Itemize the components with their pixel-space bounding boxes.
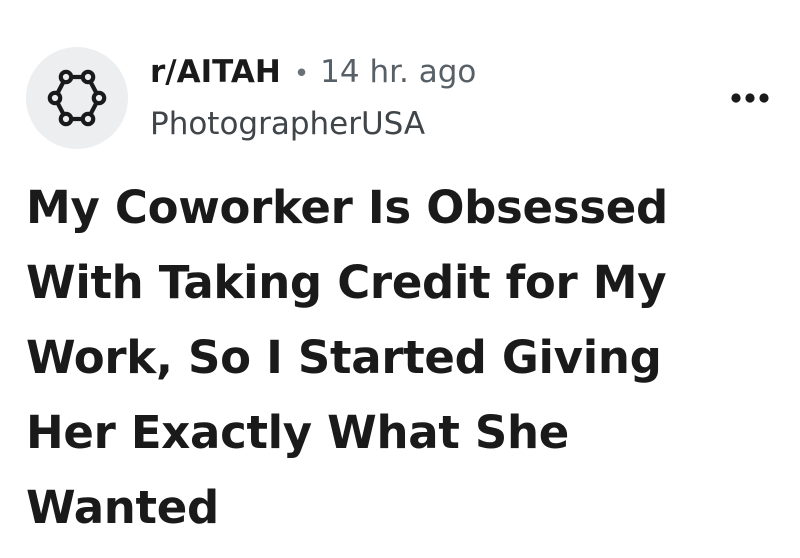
post-header: r/AITAH • 14 hr. ago PhotographerUSA xyxy=(26,46,776,150)
subreddit-link[interactable]: r/AITAH xyxy=(150,46,281,98)
post-title[interactable]: My Coworker Is Obsessed With Taking Cred… xyxy=(26,170,756,545)
post-meta: r/AITAH • 14 hr. ago PhotographerUSA xyxy=(150,46,476,150)
subreddit-avatar[interactable] xyxy=(26,47,128,149)
meta-separator: • xyxy=(293,59,310,89)
subreddit-network-icon xyxy=(47,69,107,127)
author-link[interactable]: PhotographerUSA xyxy=(150,98,476,150)
post-meta-line: r/AITAH • 14 hr. ago xyxy=(150,46,476,98)
post-timestamp: 14 hr. ago xyxy=(320,54,477,90)
more-options-icon xyxy=(731,93,769,103)
more-options-button[interactable] xyxy=(724,80,776,116)
